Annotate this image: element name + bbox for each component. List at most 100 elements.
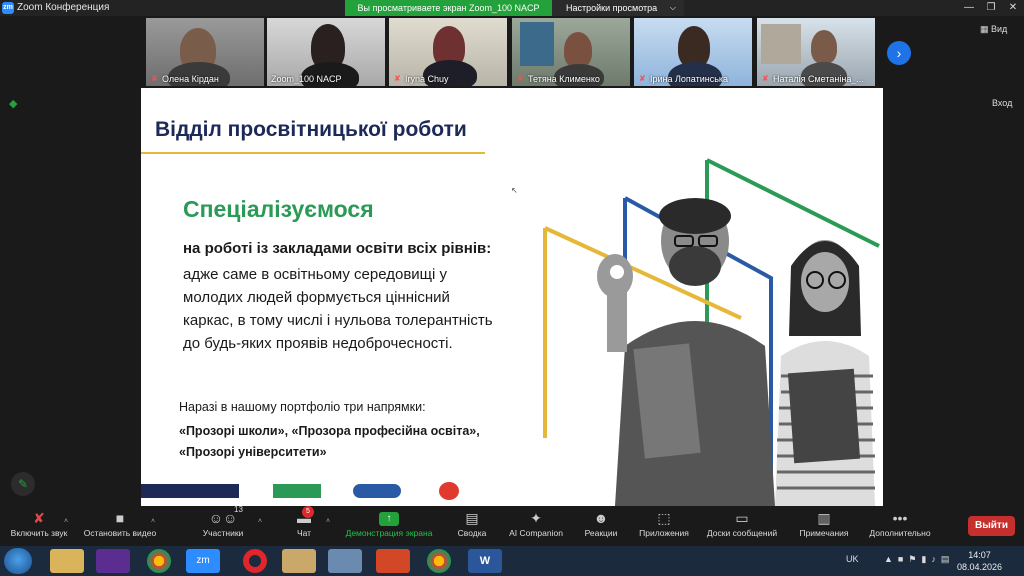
notes-icon: ▥ xyxy=(817,510,831,526)
reactions-button[interactable]: ☻ Реакции xyxy=(580,508,622,546)
stop-video-button[interactable]: ■ Остановить видео ˄ xyxy=(80,508,160,546)
tray-icons: ▲■⚑▮♪▤ xyxy=(884,554,955,564)
chevron-up-icon[interactable]: ˄ xyxy=(258,518,262,525)
participants-button[interactable]: ☺☺ 13 Участники ˄ xyxy=(188,505,262,546)
summary-button[interactable]: ▤ Сводка xyxy=(452,508,492,546)
apps-button[interactable]: ⬚ Приложения xyxy=(636,508,692,546)
slide-body: адже саме в освітньому середовищі у моло… xyxy=(183,263,513,355)
video-tile[interactable]: ✘ Наталія Сметаніна_... xyxy=(757,18,875,86)
portfolio-line: «Прозорі школи», «Прозора професійна осв… xyxy=(179,424,480,438)
blue-pill xyxy=(353,484,401,498)
paint-icon[interactable] xyxy=(282,549,316,573)
share-banner: Вы просматриваете экран Zoom_100 NACP xyxy=(345,0,552,16)
whiteboards-label: Доски сообщений xyxy=(706,528,778,538)
body-line: адже саме в освітньому середовищі у xyxy=(183,266,448,283)
mic-off-icon: ✘ xyxy=(639,74,646,83)
notes-button[interactable]: ▥ Примечания xyxy=(794,508,854,546)
word-icon[interactable]: W xyxy=(468,549,502,573)
file-explorer-icon[interactable] xyxy=(50,549,84,573)
people-icon: ☺☺ xyxy=(208,510,238,526)
participant-name: Тетяна Клименко xyxy=(528,74,600,84)
portfolio-intro: Наразі в нашому портфоліо три напрямки: xyxy=(179,400,426,414)
video-tile[interactable]: ✘ Iryna Chuy xyxy=(389,18,507,86)
windows-taskbar: zm W UK ▲■⚑▮♪▤ 14:07 08.04.2026 xyxy=(0,546,1024,576)
chevron-up-icon[interactable]: ˄ xyxy=(64,518,68,525)
reactions-label: Реакции xyxy=(584,528,618,538)
leave-button[interactable]: Выйти xyxy=(968,516,1015,536)
whiteboards-button[interactable]: ▭ Доски сообщений xyxy=(702,508,782,546)
window-title: Zoom Конференция xyxy=(17,2,110,13)
grid-icon: ▦ xyxy=(980,24,989,34)
restore-icon[interactable]: ❐ xyxy=(980,0,1002,16)
shield-icon[interactable]: ◆ xyxy=(9,97,21,110)
chevron-up-icon[interactable]: ˄ xyxy=(151,518,155,525)
view-button[interactable]: ▦ Вид xyxy=(980,24,1007,35)
unmute-label: Включить звук xyxy=(10,528,68,538)
close-icon[interactable]: ✕ xyxy=(1002,0,1024,16)
participant-name: Олена Кірдан xyxy=(162,74,219,84)
windows-start-icon[interactable] xyxy=(4,548,32,574)
mic-off-icon: ✘ xyxy=(762,74,769,83)
participant-name: Ірина Лопатинська xyxy=(650,74,729,84)
chat-label: Чат xyxy=(296,528,312,538)
opera-icon[interactable] xyxy=(243,549,267,573)
more-label: Дополнительно xyxy=(869,528,931,538)
mic-off-icon: ✘ xyxy=(151,74,158,83)
chrome-icon[interactable] xyxy=(147,549,171,573)
chevron-right-icon: › xyxy=(896,45,902,61)
apps-label: Приложения xyxy=(639,528,689,538)
share-screen-label: Демонстрация экрана xyxy=(345,528,433,538)
language-indicator[interactable]: UK xyxy=(846,554,859,564)
share-screen-button[interactable]: ↑ Демонстрация экрана xyxy=(340,508,438,546)
video-tile[interactable]: ✘ Олена Кірдан xyxy=(146,18,264,86)
minimize-icon[interactable]: — xyxy=(958,0,980,16)
view-settings-dropdown[interactable]: Настройки просмотра ⌵ xyxy=(552,0,684,16)
body-line: молодих людей формується ціннісний xyxy=(183,289,450,306)
ai-companion-button[interactable]: ✦ AI Companion xyxy=(504,508,568,546)
participant-name: Наталія Сметаніна_... xyxy=(773,74,864,84)
red-dot xyxy=(439,482,459,500)
mouse-cursor-icon: ↖ xyxy=(511,186,518,195)
view-label: Вид xyxy=(991,24,1008,34)
summary-doc-icon: ▤ xyxy=(465,510,479,526)
apps-icon: ⬚ xyxy=(657,510,671,526)
next-page-button[interactable]: › xyxy=(887,41,911,65)
summary-label: Сводка xyxy=(457,528,487,538)
more-button[interactable]: ••• Дополнительно xyxy=(864,508,936,546)
app-icon[interactable] xyxy=(328,549,362,573)
slide-lead-text: на роботі із закладами освіти всіх рівні… xyxy=(183,240,492,257)
powerpoint-icon[interactable] xyxy=(376,549,410,573)
participants-count: 13 xyxy=(234,505,243,514)
ellipsis-icon: ••• xyxy=(892,510,908,526)
whiteboard-icon: ▭ xyxy=(735,510,749,526)
title-underline xyxy=(141,152,485,154)
video-tile[interactable]: ✘ Ірина Лопатинська xyxy=(634,18,752,86)
meeting-toolbar: ✘ Включить звук ˄ ■ Остановить видео ˄ ☺… xyxy=(0,505,1024,546)
chat-button[interactable]: ▬ 5 Чат ˄ xyxy=(286,506,330,546)
green-bar xyxy=(273,484,321,498)
window-controls: — ❐ ✕ xyxy=(958,0,1024,16)
zoom-taskbar-icon[interactable]: zm xyxy=(186,549,220,573)
visual-studio-icon[interactable] xyxy=(96,549,130,573)
chevron-up-icon[interactable]: ˄ xyxy=(326,518,330,525)
unmute-button[interactable]: ✘ Включить звук ˄ xyxy=(4,508,74,546)
video-tile[interactable]: ✘ Тетяна Клименко xyxy=(512,18,630,86)
participant-name: Iryna Chuy xyxy=(405,74,449,84)
stop-video-label: Остановить видео xyxy=(83,528,157,538)
video-tile[interactable]: Zoom_100 NACP xyxy=(267,18,385,86)
notes-label: Примечания xyxy=(799,528,849,538)
portfolio-list: «Прозорі школи», «Прозора професійна осв… xyxy=(179,421,480,463)
chrome-icon[interactable] xyxy=(427,549,451,573)
taskbar-clock[interactable]: 14:07 08.04.2026 xyxy=(957,549,1002,573)
smiley-icon: ☻ xyxy=(593,510,609,526)
video-camera-icon: ■ xyxy=(115,510,125,526)
share-screen-icon: ↑ xyxy=(340,508,438,528)
pencil-icon[interactable]: ✎ xyxy=(11,472,35,496)
enter-button[interactable]: Вход xyxy=(992,98,1012,108)
clock-date: 08.04.2026 xyxy=(956,562,1002,572)
shared-screen-slide: Відділ просвітницької роботи Спеціалізує… xyxy=(141,88,883,506)
chat-badge: 5 xyxy=(302,506,314,518)
chat-bubble-icon: ▬ 5 xyxy=(286,506,322,528)
body-line: до будь-яких проявів недоброчесності. xyxy=(183,335,453,352)
zoom-app-icon: zm xyxy=(2,2,14,14)
